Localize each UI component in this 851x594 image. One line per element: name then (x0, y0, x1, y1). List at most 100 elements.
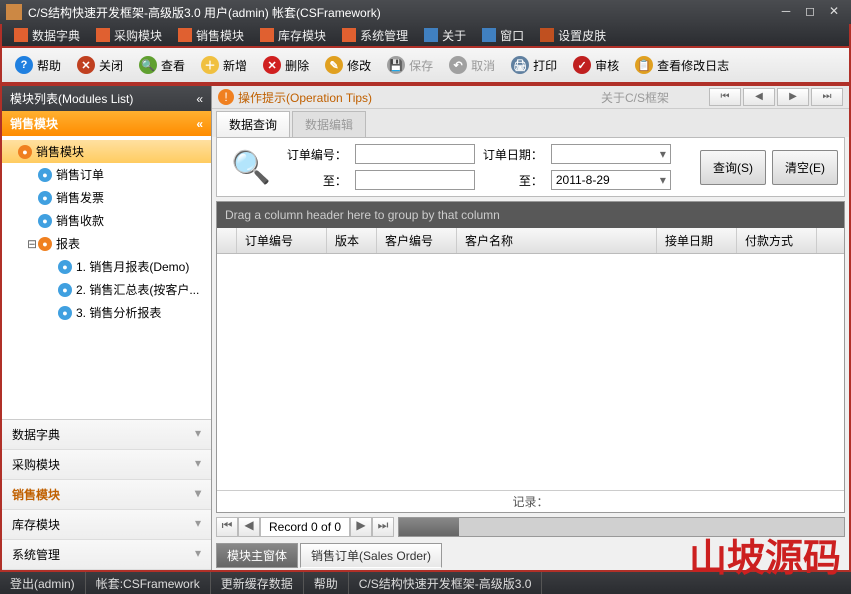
menu-icon (96, 28, 110, 42)
tab-data-query[interactable]: 数据查询 (216, 111, 290, 137)
menu-7[interactable]: 设置皮肤 (532, 24, 614, 46)
新增-icon: ＋ (201, 56, 219, 74)
expander-icon[interactable]: ⊟ (26, 237, 38, 251)
取消-icon: ↶ (449, 56, 467, 74)
tree-node-6[interactable]: ●2. 销售汇总表(按客户... (2, 278, 211, 301)
tree-node-5[interactable]: ●1. 销售月报表(Demo) (2, 255, 211, 278)
bottom-tab-module-main[interactable]: 模块主窗体 (216, 543, 298, 568)
nav-first-button[interactable]: ⏮ (709, 88, 741, 106)
chevron-down-icon: ▾ (195, 546, 201, 563)
col-付款方式[interactable]: 付款方式 (737, 228, 817, 253)
page-prev-button[interactable]: ◀ (238, 517, 260, 537)
page-last-button[interactable]: ⏭ (372, 517, 394, 537)
menu-4[interactable]: 系统管理 (334, 24, 416, 46)
tree-node-1[interactable]: ●销售订单 (2, 163, 211, 186)
to-2-combo[interactable]: 2011-8-29▾ (551, 170, 671, 190)
tool-取消[interactable]: ↶取消 (442, 51, 502, 79)
menu-6[interactable]: 窗口 (474, 24, 532, 46)
保存-icon: 💾 (387, 56, 405, 74)
col-版本[interactable]: 版本 (327, 228, 377, 253)
app-icon (6, 4, 22, 20)
accordion-系统管理[interactable]: 系统管理▾ (2, 540, 211, 570)
tool-帮助[interactable]: ?帮助 (8, 51, 68, 79)
tool-修改[interactable]: ✎修改 (318, 51, 378, 79)
status-1[interactable]: 帐套:CSFramework (86, 572, 211, 594)
group-panel[interactable]: Drag a column header here to group by th… (217, 202, 844, 228)
chevron-down-icon: ▾ (195, 516, 201, 533)
nav-next-button[interactable]: ▶ (777, 88, 809, 106)
col-订单编号[interactable]: 订单编号 (237, 228, 327, 253)
operation-tips[interactable]: 操作提示(Operation Tips) (238, 89, 561, 106)
record-label: 记录： (217, 490, 844, 512)
tree-node-3[interactable]: ●销售收款 (2, 209, 211, 232)
sidebar-collapse-icon[interactable]: « (196, 92, 203, 106)
node-icon: ● (38, 214, 52, 228)
tool-查看[interactable]: 🔍查看 (132, 51, 192, 79)
accordion-数据字典[interactable]: 数据字典▾ (2, 420, 211, 450)
tree-node-7[interactable]: ●3. 销售分析报表 (2, 301, 211, 324)
col-接单日期[interactable]: 接单日期 (657, 228, 737, 253)
tree-node-4[interactable]: ⊟●报表 (2, 232, 211, 255)
search-icon: 🔍 (231, 148, 271, 186)
order-date-combo[interactable]: ▾ (551, 144, 671, 164)
accordion-销售模块[interactable]: 销售模块▾ (2, 480, 211, 510)
chevron-down-icon: ▾ (195, 426, 201, 443)
page-next-button[interactable]: ▶ (350, 517, 372, 537)
menu-1[interactable]: 采购模块 (88, 24, 170, 46)
tree-node-0[interactable]: ●销售模块 (2, 140, 211, 163)
module-header: 销售模块 (10, 115, 58, 132)
status-0[interactable]: 登出(admin) (0, 572, 86, 594)
to-1-label: 至： (287, 172, 347, 189)
col-客户编号[interactable]: 客户编号 (377, 228, 457, 253)
query-button[interactable]: 查询(S) (700, 150, 766, 185)
to-1-input[interactable] (355, 170, 475, 190)
node-icon: ● (58, 260, 72, 274)
status-2[interactable]: 更新缓存数据 (211, 572, 304, 594)
maximize-button[interactable]: ◻ (799, 4, 821, 20)
tool-打印[interactable]: 🖨打印 (504, 51, 564, 79)
node-icon: ● (38, 168, 52, 182)
close-window-button[interactable]: ✕ (823, 4, 845, 20)
menu-3[interactable]: 库存模块 (252, 24, 334, 46)
horizontal-scrollbar[interactable] (398, 517, 845, 537)
col-客户名称[interactable]: 客户名称 (457, 228, 657, 253)
bottom-tab-sales-order[interactable]: 销售订单(Sales Order) (300, 543, 442, 568)
menu-icon (540, 28, 554, 42)
tab-data-edit[interactable]: 数据编辑 (292, 111, 366, 137)
status-4[interactable]: C/S结构快速开发框架-高级版3.0 (349, 572, 543, 594)
nav-last-button[interactable]: ⏭ (811, 88, 843, 106)
查看修改日志-icon: 📋 (635, 56, 653, 74)
tool-新增[interactable]: ＋新增 (194, 51, 254, 79)
tool-关闭[interactable]: ✕关闭 (70, 51, 130, 79)
grid-body[interactable] (217, 254, 844, 490)
tool-审核[interactable]: ✓审核 (566, 51, 626, 79)
menu-5[interactable]: 关于 (416, 24, 474, 46)
sidebar-title: 模块列表(Modules List) (10, 90, 133, 107)
node-icon: ● (58, 306, 72, 320)
nav-prev-button[interactable]: ◀ (743, 88, 775, 106)
tool-删除[interactable]: ✕删除 (256, 51, 316, 79)
menu-0[interactable]: 数据字典 (6, 24, 88, 46)
accordion-库存模块[interactable]: 库存模块▾ (2, 510, 211, 540)
tool-查看修改日志[interactable]: 📋查看修改日志 (628, 51, 736, 79)
order-no-input[interactable] (355, 144, 475, 164)
修改-icon: ✎ (325, 56, 343, 74)
关闭-icon: ✕ (77, 56, 95, 74)
tree-node-2[interactable]: ●销售发票 (2, 186, 211, 209)
minimize-button[interactable]: ─ (775, 4, 797, 20)
order-no-label: 订单编号： (287, 146, 347, 163)
node-icon: ● (38, 191, 52, 205)
page-first-button[interactable]: ⏮ (216, 517, 238, 537)
status-3[interactable]: 帮助 (304, 572, 349, 594)
删除-icon: ✕ (263, 56, 281, 74)
order-date-label: 订单日期： (483, 146, 543, 163)
审核-icon: ✓ (573, 56, 591, 74)
menu-icon (260, 28, 274, 42)
clear-button[interactable]: 清空(E) (772, 150, 838, 185)
tip-about: 关于C/S框架 (601, 89, 669, 106)
menu-2[interactable]: 销售模块 (170, 24, 252, 46)
module-collapse-icon[interactable]: « (196, 117, 203, 131)
tool-保存[interactable]: 💾保存 (380, 51, 440, 79)
accordion-采购模块[interactable]: 采购模块▾ (2, 450, 211, 480)
row-selector-col[interactable] (217, 228, 237, 253)
